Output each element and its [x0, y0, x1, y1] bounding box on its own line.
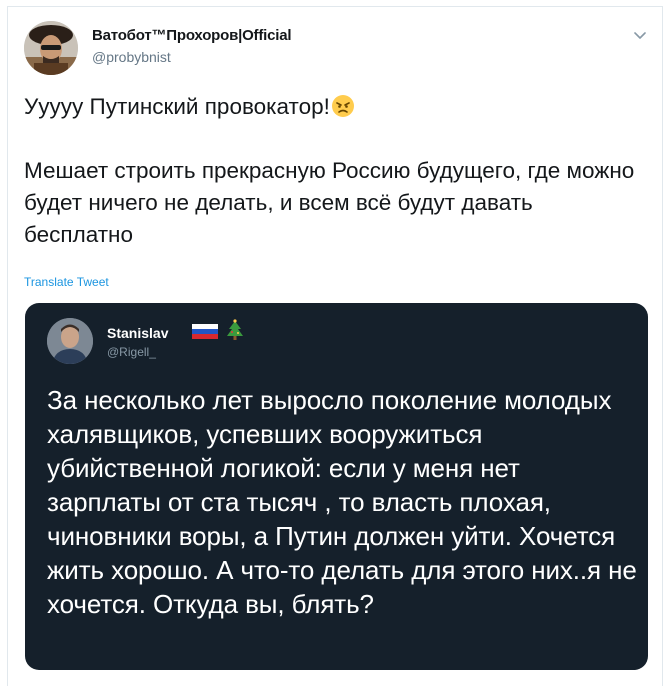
russia-flag-icon	[192, 324, 218, 339]
tweet-text-line: Ууууу Путинский провокатор!	[24, 91, 644, 123]
translate-tweet-link[interactable]: Translate Tweet	[24, 275, 109, 289]
quoted-author-name[interactable]: Stanislav	[107, 325, 168, 341]
author-avatar[interactable]	[24, 21, 78, 75]
tweet-headline: Ууууу Путинский провокатор!	[24, 94, 330, 119]
tweet-paragraph: Мешает строить прекрасную Россию будущег…	[24, 158, 635, 247]
quoted-tweet[interactable]: Stanislav @Rigell_ За несколько лет выро…	[25, 303, 648, 670]
author-name[interactable]: Ватобот™Прохоров|Official	[92, 27, 292, 44]
chevron-down-icon[interactable]	[632, 27, 648, 43]
quoted-author-avatar[interactable]	[47, 318, 93, 364]
quoted-author-handle[interactable]: @Rigell_	[107, 345, 156, 359]
tweet-card: Ватобот™Прохоров|Official @probybnist Уу…	[7, 6, 663, 686]
quoted-tweet-text: За несколько лет выросло поколение молод…	[47, 385, 637, 619]
angry-face-icon	[331, 94, 355, 118]
christmas-tree-icon	[225, 319, 245, 341]
author-handle[interactable]: @probybnist	[92, 49, 171, 65]
tweet-text: Ууууу Путинский провокатор! Мешает строи…	[24, 91, 644, 251]
